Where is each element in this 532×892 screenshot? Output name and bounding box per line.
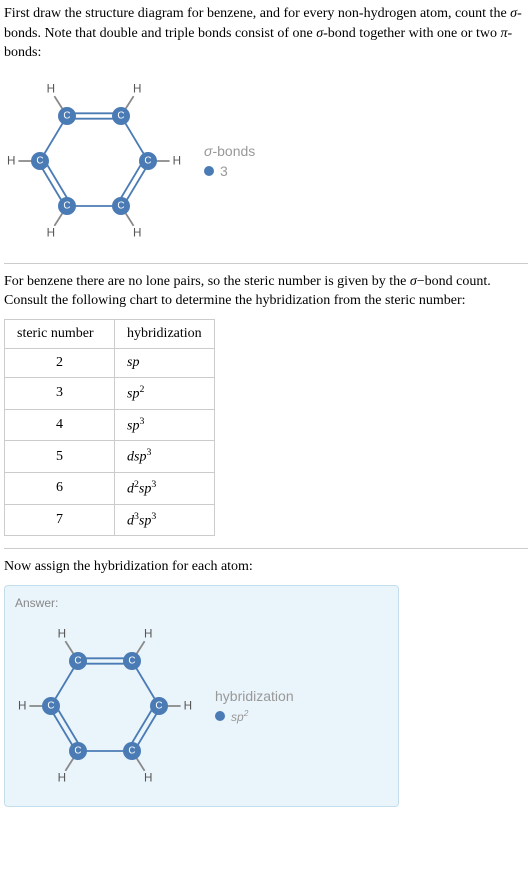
svg-text:H: H bbox=[133, 82, 141, 95]
svg-text:H: H bbox=[7, 154, 15, 167]
sigma-diagram-row: C C C C C C H H H H H H σ-bonds 3 bbox=[4, 71, 528, 251]
table-row: 6 d2sp3 bbox=[5, 472, 215, 504]
svg-text:C: C bbox=[63, 110, 70, 121]
steric-paragraph: For benzene there are no lone pairs, so … bbox=[4, 272, 528, 311]
divider bbox=[4, 548, 528, 549]
table-row: 5 dsp3 bbox=[5, 441, 215, 473]
answer-label: Answer: bbox=[15, 596, 388, 610]
svg-text:C: C bbox=[128, 655, 135, 666]
hybridization-legend: hybridization sp2 bbox=[215, 688, 294, 724]
svg-text:C: C bbox=[144, 155, 151, 166]
svg-text:H: H bbox=[133, 226, 141, 239]
svg-text:H: H bbox=[58, 771, 66, 784]
table-row: 4 sp3 bbox=[5, 409, 215, 441]
svg-text:C: C bbox=[117, 110, 124, 121]
svg-text:C: C bbox=[47, 700, 54, 711]
benzene-structure-sigma: C C C C C C H H H H H H bbox=[4, 71, 184, 251]
table-row: 2 sp bbox=[5, 348, 215, 377]
intro-paragraph: First draw the structure diagram for ben… bbox=[4, 4, 528, 63]
legend-dot-icon bbox=[204, 166, 214, 176]
hybridization-table: steric number hybridization 2 sp 3 sp2 4… bbox=[4, 319, 215, 536]
divider bbox=[4, 263, 528, 264]
svg-text:H: H bbox=[18, 699, 26, 712]
col-hybridization: hybridization bbox=[115, 319, 215, 348]
svg-text:H: H bbox=[58, 627, 66, 640]
svg-text:H: H bbox=[184, 699, 192, 712]
legend-dot-icon bbox=[215, 711, 225, 721]
table-header-row: steric number hybridization bbox=[5, 319, 215, 348]
svg-text:H: H bbox=[173, 154, 181, 167]
svg-text:C: C bbox=[63, 200, 70, 211]
svg-text:C: C bbox=[36, 155, 43, 166]
answer-box: Answer: bbox=[4, 585, 399, 807]
svg-text:C: C bbox=[128, 745, 135, 756]
svg-text:C: C bbox=[74, 655, 81, 666]
col-steric: steric number bbox=[5, 319, 115, 348]
assign-paragraph: Now assign the hybridization for each at… bbox=[4, 557, 528, 577]
svg-text:H: H bbox=[47, 82, 55, 95]
svg-text:H: H bbox=[144, 771, 152, 784]
svg-text:C: C bbox=[74, 745, 81, 756]
benzene-structure-answer: C C C C C C H H H H H H bbox=[15, 616, 195, 796]
table-row: 3 sp2 bbox=[5, 377, 215, 409]
svg-text:H: H bbox=[144, 627, 152, 640]
svg-text:H: H bbox=[47, 226, 55, 239]
hybridization-value: sp2 bbox=[231, 708, 248, 724]
table-row: 7 d3sp3 bbox=[5, 504, 215, 536]
svg-text:C: C bbox=[155, 700, 162, 711]
sigma-bonds-legend: σ-bonds 3 bbox=[204, 143, 255, 179]
sigma-count: 3 bbox=[220, 163, 228, 179]
svg-text:C: C bbox=[117, 200, 124, 211]
